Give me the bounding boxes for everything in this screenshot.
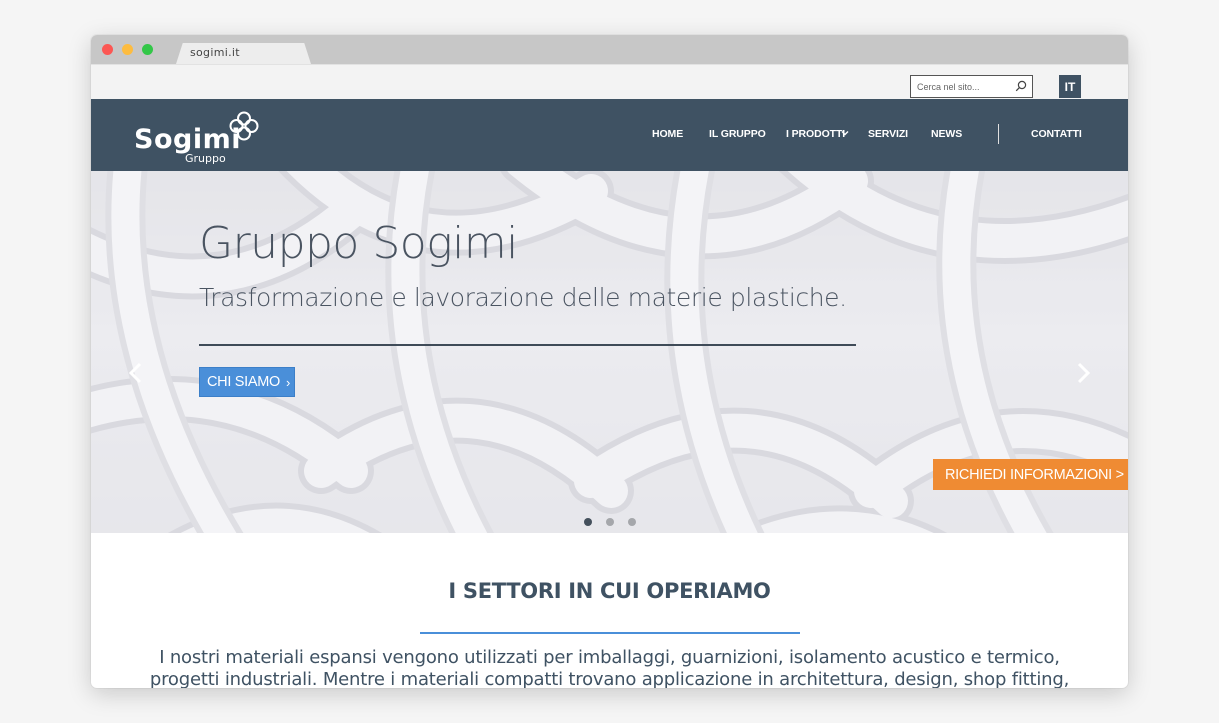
richiedi-informazioni-button[interactable]: RICHIEDI INFORMAZIONI > xyxy=(933,459,1128,490)
slide-indicator-1[interactable] xyxy=(584,518,592,526)
nav-servizi[interactable]: SERVIZI xyxy=(868,128,908,140)
section-divider xyxy=(420,632,800,634)
browser-titlebar: sogimi.it xyxy=(91,35,1128,64)
nav-contatti[interactable]: CONTATTI xyxy=(1031,128,1082,140)
chi-siamo-arrow: › xyxy=(286,374,291,390)
chevron-left-icon[interactable] xyxy=(127,362,145,384)
browser-tab-title: sogimi.it xyxy=(190,46,240,59)
hero-title: Gruppo Sogimi xyxy=(199,218,518,269)
logo-wordmark[interactable]: Sogimi xyxy=(134,124,241,155)
logo-knot-icon[interactable] xyxy=(228,110,260,142)
browser-window: sogimi.it IT Sogimi Gruppo HOME IL GRUPP… xyxy=(91,35,1128,688)
hero-subtitle: Trasformazione e lavorazione delle mater… xyxy=(199,283,847,312)
minimize-window-button[interactable] xyxy=(122,44,133,55)
language-switch[interactable]: IT xyxy=(1059,75,1081,98)
section-title: I SETTORI IN CUI OPERIAMO xyxy=(448,579,771,603)
utility-bar: IT xyxy=(91,64,1128,99)
chi-siamo-button[interactable]: CHI SIAMO › xyxy=(199,367,295,397)
nav-divider xyxy=(998,124,999,144)
hero-divider xyxy=(199,344,856,346)
maximize-window-button[interactable] xyxy=(142,44,153,55)
chevron-right-icon[interactable] xyxy=(1074,362,1092,384)
nav-i-prodotti[interactable]: I PRODOTTI xyxy=(786,128,845,140)
nav-il-gruppo[interactable]: IL GRUPPO xyxy=(709,128,766,140)
chi-siamo-label: CHI SIAMO xyxy=(207,374,281,390)
chevron-down-icon xyxy=(841,131,849,136)
search-icon[interactable] xyxy=(1015,80,1027,92)
hero-slider: Gruppo Sogimi Trasformazione e lavorazio… xyxy=(91,171,1128,533)
search-input[interactable] xyxy=(911,76,1011,97)
nav-news[interactable]: NEWS xyxy=(931,128,962,140)
main-navbar: Sogimi Gruppo HOME IL GRUPPO I PRODOTTI … xyxy=(91,99,1128,171)
close-window-button[interactable] xyxy=(102,44,113,55)
site-search xyxy=(910,75,1033,98)
nav-home[interactable]: HOME xyxy=(652,128,683,140)
section-text: I nostri materiali espansi vengono utili… xyxy=(149,647,1070,688)
slide-indicator-2[interactable] xyxy=(606,518,614,526)
slide-indicator-3[interactable] xyxy=(628,518,636,526)
logo-subtitle: Gruppo xyxy=(185,152,226,165)
